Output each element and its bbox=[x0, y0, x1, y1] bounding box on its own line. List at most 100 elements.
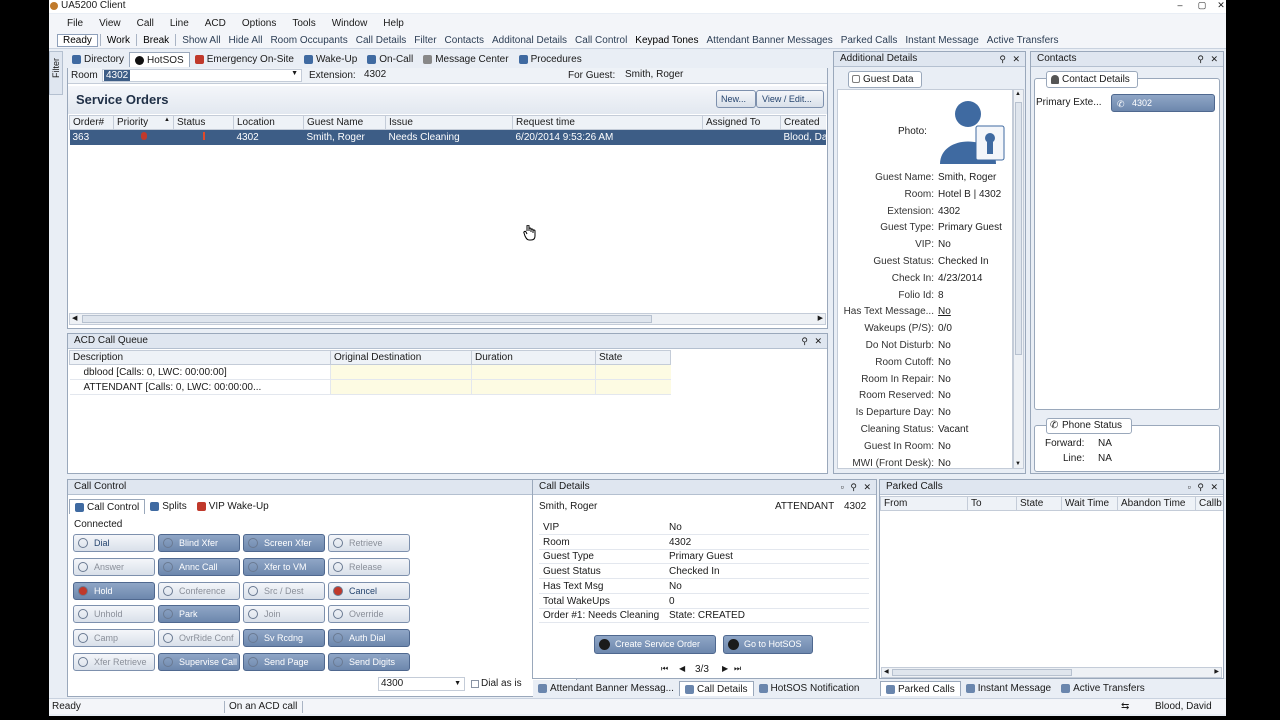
toolbar-contacts[interactable]: Contacts bbox=[441, 35, 488, 46]
view-edit-button[interactable]: View / Edit... bbox=[756, 90, 824, 108]
column-header[interactable]: Guest Name bbox=[303, 115, 386, 130]
chevron-down-icon[interactable]: ▼ bbox=[454, 678, 461, 690]
parked-horizontal-scrollbar[interactable]: ◀ ▶ bbox=[881, 667, 1222, 678]
scroll-left-icon[interactable]: ◀ bbox=[884, 668, 889, 675]
tab-emergency-on-site[interactable]: Emergency On-Site bbox=[190, 52, 299, 67]
next-page-icon[interactable]: ▶ bbox=[722, 664, 728, 673]
column-header[interactable]: State bbox=[1016, 496, 1062, 511]
guest-data-tab[interactable]: Guest Data bbox=[848, 71, 922, 88]
answer-button[interactable]: Answer bbox=[73, 557, 155, 576]
acd-queue-row[interactable]: ATTENDANT [Calls: 0, LWC: 00:00:00... bbox=[69, 379, 671, 395]
join-button[interactable]: Join bbox=[243, 605, 325, 624]
pin-close-icon[interactable]: ⚲ ✕ bbox=[801, 334, 824, 348]
toolbar-room-occupants[interactable]: Room Occupants bbox=[266, 35, 351, 46]
tab-vip-wake-up[interactable]: VIP Wake-Up bbox=[192, 499, 274, 514]
work-button[interactable]: Work bbox=[103, 35, 134, 46]
minimize-icon[interactable]: – bbox=[1171, 0, 1189, 12]
chevron-down-icon[interactable]: ▼ bbox=[291, 70, 298, 77]
for-guest-field[interactable]: Smith, Roger bbox=[623, 69, 825, 82]
filter-sidebar[interactable]: Filter bbox=[49, 51, 63, 95]
camp-button[interactable]: Camp bbox=[73, 629, 155, 648]
primary-extension-button[interactable]: ✆ 4302 bbox=[1111, 94, 1215, 112]
create-service-order-button[interactable]: Create Service Order bbox=[594, 635, 716, 654]
guest-data-scrollbar[interactable]: ▲ ▼ bbox=[1013, 89, 1024, 469]
column-header[interactable]: Status bbox=[173, 115, 234, 130]
unhold-button[interactable]: Unhold bbox=[73, 605, 155, 624]
release-button[interactable]: Release bbox=[328, 557, 410, 576]
tab-active-transfers[interactable]: Active Transfers bbox=[1056, 681, 1150, 696]
toolbar-keypad-tones[interactable]: Keypad Tones bbox=[631, 35, 702, 46]
dial-as-is-checkbox[interactable] bbox=[471, 680, 479, 688]
first-page-icon[interactable]: ⏮ bbox=[661, 664, 668, 674]
window-pin-close-icon[interactable]: ▫ ⚲ ✕ bbox=[1188, 480, 1220, 494]
menu-acd[interactable]: ACD bbox=[197, 18, 234, 29]
supervise-call-button[interactable]: Supervise Call bbox=[158, 653, 240, 671]
menu-tools[interactable]: Tools bbox=[284, 18, 323, 29]
toolbar-active-transfers[interactable]: Active Transfers bbox=[983, 35, 1063, 46]
prev-page-icon[interactable]: ◀ bbox=[679, 664, 685, 673]
conference-button[interactable]: Conference bbox=[158, 581, 240, 600]
toolbar-call-control[interactable]: Call Control bbox=[571, 35, 631, 46]
table-row[interactable]: 363 4302 Smith, Roger Needs Cleaning 6/20/20… bbox=[69, 129, 826, 145]
column-header[interactable]: Issue bbox=[385, 115, 513, 130]
tab-call-details[interactable]: Call Details bbox=[678, 681, 754, 696]
hold-button[interactable]: Hold bbox=[73, 581, 155, 600]
toolbar-parked-calls[interactable]: Parked Calls bbox=[837, 35, 902, 46]
toolbar-call-details[interactable]: Call Details bbox=[352, 35, 411, 46]
contact-details-tab[interactable]: Contact Details bbox=[1046, 71, 1138, 88]
menu-file[interactable]: File bbox=[59, 18, 91, 29]
orders-horizontal-scrollbar[interactable]: ◀ ▶ bbox=[69, 313, 826, 325]
column-header[interactable]: Location bbox=[233, 115, 304, 130]
column-header[interactable]: Wait Time bbox=[1061, 496, 1118, 511]
sv-rcdng-button[interactable]: Sv Rcdng bbox=[243, 629, 325, 648]
pin-close-icon[interactable]: ⚲ ✕ bbox=[999, 52, 1022, 66]
extension-field[interactable]: 4302 bbox=[362, 69, 562, 82]
tab-hotsos-notification[interactable]: HotSOS Notification bbox=[754, 681, 865, 696]
tab-call-control[interactable]: Call Control bbox=[69, 499, 146, 514]
new-order-button[interactable]: New... bbox=[716, 90, 756, 108]
close-icon[interactable]: ✕ bbox=[1212, 0, 1230, 12]
park-button[interactable]: Park bbox=[158, 605, 240, 624]
tab-hotsos[interactable]: HotSOS bbox=[129, 52, 190, 67]
go-to-hotsos-button[interactable]: Go to HotSOS bbox=[723, 635, 813, 654]
scroll-thumb[interactable] bbox=[1015, 102, 1022, 355]
acd-queue-row[interactable]: dblood [Calls: 0, LWC: 00:00:00] bbox=[69, 364, 671, 380]
column-header[interactable]: Created bbox=[780, 115, 826, 130]
dial-button[interactable]: Dial bbox=[73, 534, 155, 552]
annc-call-button[interactable]: Annc Call bbox=[158, 557, 240, 576]
scroll-thumb[interactable] bbox=[82, 315, 652, 323]
toolbar-show-all[interactable]: Show All bbox=[178, 35, 224, 46]
dial-number-select[interactable]: 4300 ▼ bbox=[378, 677, 465, 691]
scroll-right-icon[interactable]: ▶ bbox=[1214, 668, 1219, 675]
column-header[interactable]: To bbox=[967, 496, 1017, 511]
toolbar-filter[interactable]: Filter bbox=[410, 35, 440, 46]
column-header[interactable]: Callb bbox=[1195, 496, 1223, 511]
tab-splits[interactable]: Splits bbox=[145, 499, 191, 514]
maximize-icon[interactable]: ▢ bbox=[1193, 0, 1211, 12]
column-header[interactable]: Order# bbox=[69, 115, 114, 130]
menu-call[interactable]: Call bbox=[129, 18, 162, 29]
column-header[interactable]: Duration bbox=[471, 350, 596, 365]
ready-button[interactable]: Ready bbox=[57, 33, 98, 47]
scroll-right-icon[interactable]: ▶ bbox=[818, 314, 823, 322]
menu-line[interactable]: Line bbox=[162, 18, 197, 29]
tab-parked-calls[interactable]: Parked Calls bbox=[880, 681, 961, 696]
scroll-up-icon[interactable]: ▲ bbox=[1015, 91, 1021, 97]
column-header[interactable]: Abandon Time bbox=[1117, 496, 1196, 511]
tab-attendant-banner-messag[interactable]: Attendant Banner Messag... bbox=[533, 681, 679, 696]
menu-view[interactable]: View bbox=[91, 18, 129, 29]
tab-message-center[interactable]: Message Center bbox=[418, 52, 513, 67]
scroll-down-icon[interactable]: ▼ bbox=[1015, 461, 1021, 467]
screen-xfer-button[interactable]: Screen Xfer bbox=[243, 534, 325, 552]
send-digits-button[interactable]: Send Digits bbox=[328, 653, 410, 671]
tab-directory[interactable]: Directory bbox=[67, 52, 129, 67]
tab-procedures[interactable]: Procedures bbox=[514, 52, 587, 67]
ovrride-conf-button[interactable]: OvrRide Conf bbox=[158, 629, 240, 648]
menu-options[interactable]: Options bbox=[234, 18, 284, 29]
break-button[interactable]: Break bbox=[139, 35, 173, 46]
auth-dial-button[interactable]: Auth Dial bbox=[328, 629, 410, 648]
phone-status-tab[interactable]: ✆ Phone Status bbox=[1046, 418, 1132, 434]
toolbar-instant-message[interactable]: Instant Message bbox=[901, 35, 982, 46]
retrieve-button[interactable]: Retrieve bbox=[328, 534, 410, 552]
scroll-left-icon[interactable]: ◀ bbox=[72, 314, 77, 322]
